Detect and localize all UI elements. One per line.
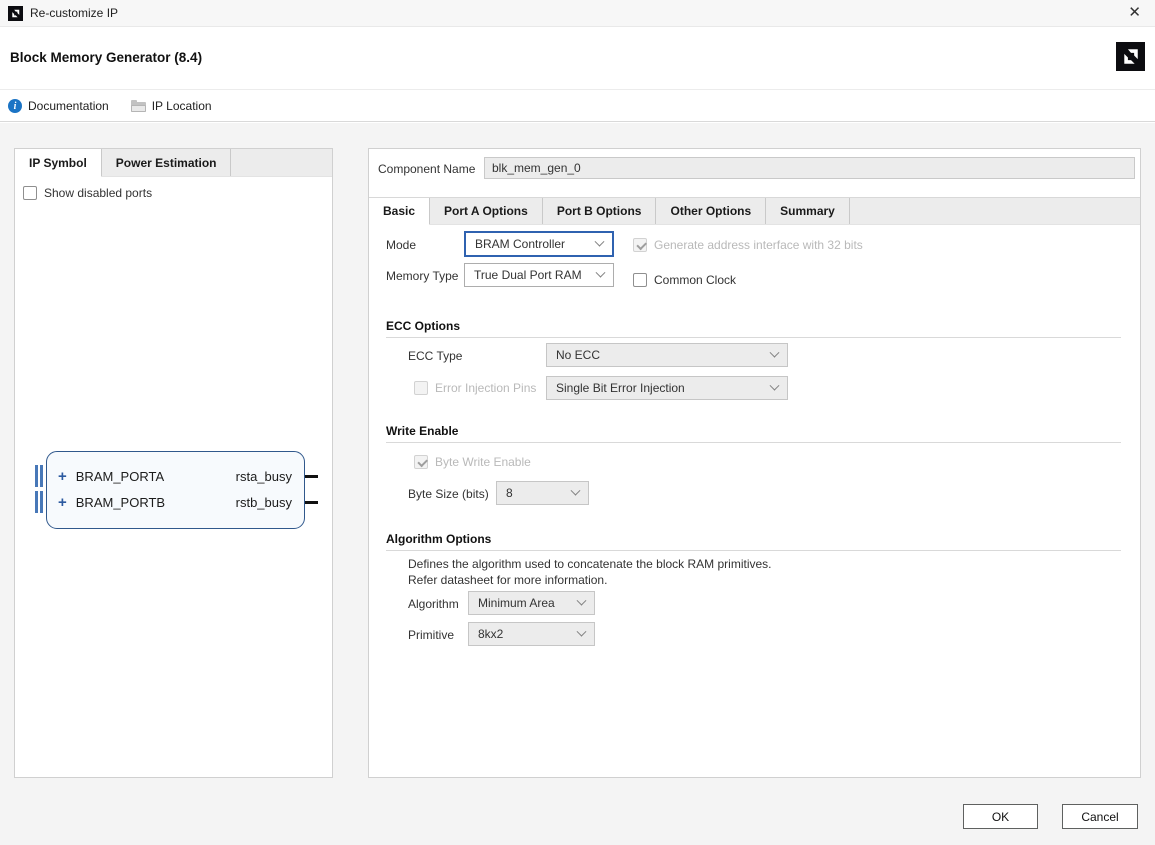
documentation-label: Documentation	[28, 99, 109, 113]
error-injection-dropdown[interactable]: Single Bit Error Injection	[546, 376, 788, 400]
byte-write-enable-row: Byte Write Enable	[414, 455, 531, 469]
byte-write-enable-label: Byte Write Enable	[435, 455, 531, 469]
ecc-options-title: ECC Options	[386, 319, 460, 333]
memory-type-label: Memory Type	[386, 269, 458, 283]
documentation-bar: i Documentation IP Location	[0, 91, 1155, 122]
common-clock-label: Common Clock	[654, 273, 736, 287]
portb-interface-bar-2	[40, 491, 43, 513]
chevron-down-icon	[595, 236, 605, 246]
rstb-busy-label: rstb_busy	[236, 495, 292, 510]
chevron-down-icon	[577, 595, 587, 605]
main-area: IP Symbol Power Estimation Show disabled…	[0, 123, 1155, 845]
chevron-down-icon	[770, 347, 780, 357]
portb-interface-bar-1	[35, 491, 38, 513]
close-icon[interactable]: ✕	[1128, 4, 1141, 22]
show-disabled-ports-checkbox[interactable]	[23, 186, 37, 200]
component-name-input[interactable]: blk_mem_gen_0	[484, 157, 1135, 179]
byte-size-dropdown[interactable]: 8	[496, 481, 589, 505]
algorithm-options-title: Algorithm Options	[386, 532, 491, 546]
bram-porta-row[interactable]: + BRAM_PORTA rsta_busy	[47, 463, 304, 489]
primitive-dropdown[interactable]: 8kx2	[468, 622, 595, 646]
ip-symbol-block: + BRAM_PORTA rsta_busy + BRAM_PORTB rstb…	[46, 451, 305, 529]
write-enable-title: Write Enable	[386, 424, 458, 438]
title-bar: Re-customize IP ✕	[0, 0, 1155, 27]
ip-location-label: IP Location	[152, 99, 212, 113]
section-divider	[386, 337, 1121, 338]
show-disabled-ports-row: Show disabled ports	[23, 186, 152, 200]
chevron-down-icon	[770, 380, 780, 390]
chevron-down-icon	[577, 626, 587, 636]
mode-label: Mode	[386, 238, 416, 252]
rsta-busy-label: rsta_busy	[236, 469, 292, 484]
expand-plus-icon[interactable]: +	[58, 468, 67, 485]
bram-porta-label: BRAM_PORTA	[76, 469, 164, 484]
ip-location-link[interactable]: IP Location	[131, 99, 212, 113]
xilinx-window-icon	[8, 6, 23, 21]
section-divider	[386, 550, 1121, 551]
memory-type-dropdown[interactable]: True Dual Port RAM	[464, 263, 614, 287]
mode-dropdown[interactable]: BRAM Controller	[464, 231, 614, 257]
byte-write-enable-checkbox	[414, 455, 428, 469]
error-injection-row: Error Injection Pins	[414, 381, 536, 395]
tab-power-estimation[interactable]: Power Estimation	[102, 149, 232, 176]
folder-icon	[131, 100, 146, 112]
algorithm-dropdown[interactable]: Minimum Area	[468, 591, 595, 615]
bram-portb-row[interactable]: + BRAM_PORTB rstb_busy	[47, 489, 304, 515]
algorithm-label: Algorithm	[408, 597, 459, 611]
page-title: Block Memory Generator (8.4)	[10, 50, 202, 65]
algorithm-description-line2: Refer datasheet for more information.	[408, 573, 607, 587]
bram-portb-label: BRAM_PORTB	[76, 495, 165, 510]
info-icon: i	[8, 99, 22, 113]
ecc-type-label: ECC Type	[408, 349, 462, 363]
porta-interface-bar-2	[40, 465, 43, 487]
rsta-pin-stub	[305, 475, 318, 478]
generate-address-row: Generate address interface with 32 bits	[633, 238, 863, 252]
tab-port-b-options[interactable]: Port B Options	[543, 198, 657, 224]
cancel-button[interactable]: Cancel	[1062, 804, 1138, 829]
error-injection-checkbox	[414, 381, 428, 395]
options-panel: Component Name blk_mem_gen_0 Basic Port …	[368, 148, 1141, 778]
window-title: Re-customize IP	[30, 6, 118, 20]
ok-button[interactable]: OK	[963, 804, 1038, 829]
options-tabstrip: Basic Port A Options Port B Options Othe…	[369, 197, 1140, 225]
dialog-header: Block Memory Generator (8.4)	[0, 28, 1155, 90]
left-tabstrip: IP Symbol Power Estimation	[15, 149, 332, 177]
tab-ip-symbol[interactable]: IP Symbol	[15, 149, 102, 177]
primitive-label: Primitive	[408, 628, 454, 642]
generate-address-label: Generate address interface with 32 bits	[654, 238, 863, 252]
chevron-down-icon	[596, 267, 606, 277]
common-clock-row: Common Clock	[633, 273, 736, 287]
show-disabled-ports-label: Show disabled ports	[44, 186, 152, 200]
porta-interface-bar-1	[35, 465, 38, 487]
common-clock-checkbox[interactable]	[633, 273, 647, 287]
tab-port-a-options[interactable]: Port A Options	[430, 198, 543, 224]
rstb-pin-stub	[305, 501, 318, 504]
xilinx-logo	[1116, 42, 1145, 71]
chevron-down-icon	[571, 485, 581, 495]
component-name-label: Component Name	[378, 162, 475, 176]
tab-summary[interactable]: Summary	[766, 198, 850, 224]
expand-plus-icon[interactable]: +	[58, 494, 67, 511]
generate-address-checkbox	[633, 238, 647, 252]
algorithm-description-line1: Defines the algorithm used to concatenat…	[408, 557, 772, 571]
tab-basic[interactable]: Basic	[369, 198, 430, 225]
documentation-link[interactable]: i Documentation	[8, 99, 109, 113]
byte-size-label: Byte Size (bits)	[408, 487, 489, 501]
error-injection-label: Error Injection Pins	[435, 381, 536, 395]
tab-other-options[interactable]: Other Options	[656, 198, 766, 224]
ecc-type-dropdown[interactable]: No ECC	[546, 343, 788, 367]
ip-symbol-panel: IP Symbol Power Estimation Show disabled…	[14, 148, 333, 778]
section-divider	[386, 442, 1121, 443]
